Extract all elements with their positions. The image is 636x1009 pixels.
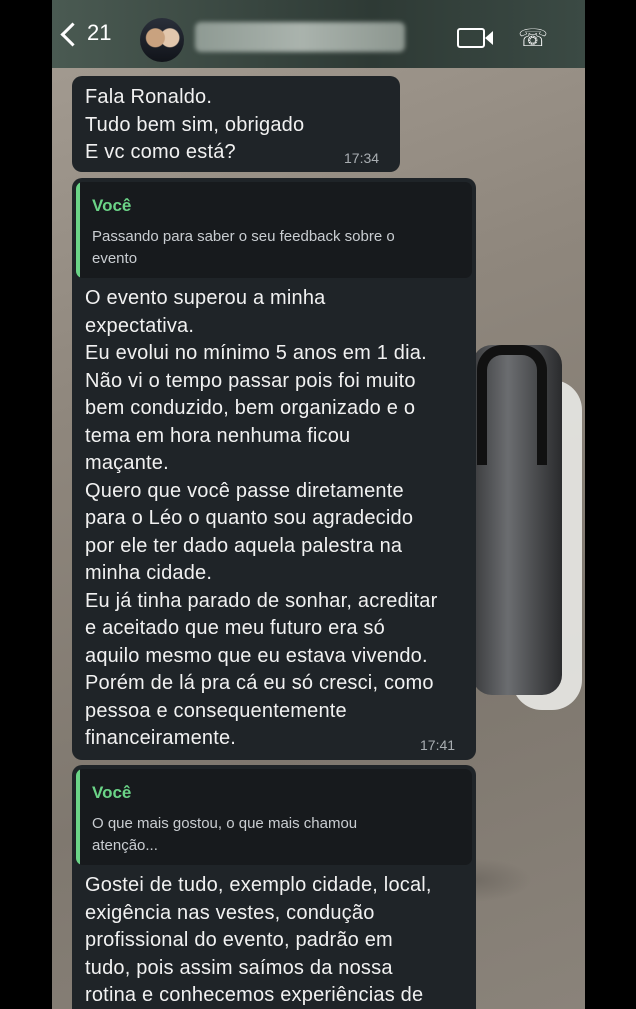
- chat-header: 21 ☏: [52, 0, 585, 68]
- quote-text: O que mais gostou, o que mais chamou ate…: [92, 815, 358, 854]
- quote-bar: [76, 769, 80, 865]
- unread-count: 21: [87, 20, 112, 45]
- chevron-left-icon: [60, 21, 85, 47]
- bottle-strap: [477, 345, 547, 465]
- message-time: 17:34: [344, 150, 380, 166]
- message-bubble[interactable]: Você Passando para saber o seu feedback …: [72, 178, 476, 760]
- quote-bar: [76, 182, 80, 278]
- message-bubble[interactable]: Fala Ronaldo. Tudo bem sim, obrigado E v…: [72, 76, 400, 172]
- phone-call-icon[interactable]: ☏: [518, 24, 548, 53]
- message-text: Fala Ronaldo. Tudo bem sim, obrigado E v…: [85, 86, 305, 163]
- chat-screen: 21 ☏ Fala Ronaldo. Tudo bem sim, obrigad…: [52, 0, 585, 1009]
- avatar[interactable]: [140, 18, 184, 62]
- back-button[interactable]: 21: [60, 20, 112, 47]
- quoted-message[interactable]: Você O que mais gostou, o que mais chamo…: [76, 769, 472, 865]
- quote-author: Você: [92, 783, 132, 802]
- message-text: Gostei de tudo, exemplo cidade, local, e…: [85, 874, 432, 1006]
- contact-name-blurred[interactable]: [195, 22, 405, 52]
- message-bubble[interactable]: Você O que mais gostou, o que mais chamo…: [72, 765, 476, 1009]
- quoted-message[interactable]: Você Passando para saber o seu feedback …: [76, 182, 472, 278]
- video-call-icon[interactable]: [457, 28, 493, 48]
- message-time: 17:41: [420, 737, 456, 753]
- quote-text: Passando para saber o seu feedback sobre…: [92, 228, 395, 267]
- quote-author: Você: [92, 196, 132, 215]
- message-text: O evento superou a minha expectativa. Eu…: [85, 287, 438, 749]
